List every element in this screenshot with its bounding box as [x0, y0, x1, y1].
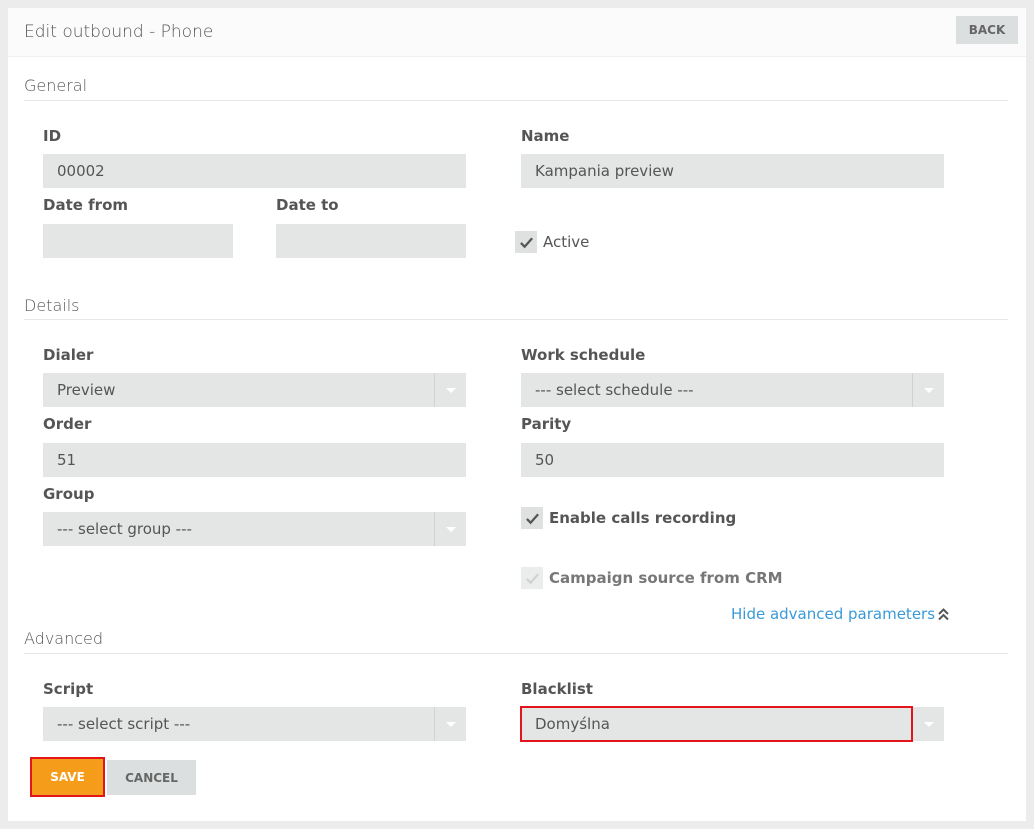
recording-checkbox[interactable] [521, 507, 543, 529]
chevron-down-icon [445, 526, 456, 532]
order-label: Order [43, 415, 92, 433]
checkmark-icon [519, 237, 533, 248]
script-value: --- select script --- [57, 715, 191, 733]
blacklist-dropdown-toggle[interactable] [912, 707, 944, 741]
id-field[interactable]: 00002 [43, 154, 466, 188]
group-value: --- select group --- [57, 520, 192, 538]
section-title-advanced: Advanced [24, 629, 104, 648]
section-title-general: General [24, 76, 88, 95]
script-dropdown-toggle[interactable] [434, 707, 466, 741]
double-chevron-up-icon [938, 608, 949, 621]
order-field[interactable]: 51 [43, 443, 466, 477]
dialer-dropdown-toggle[interactable] [434, 373, 466, 407]
save-button[interactable]: SAVE [30, 757, 105, 797]
section-divider [24, 653, 1008, 654]
group-dropdown-toggle[interactable] [434, 512, 466, 546]
cancel-button[interactable]: CANCEL [107, 760, 196, 795]
recording-label: Enable calls recording [549, 509, 737, 527]
panel-header: Edit outbound - Phone BACK [8, 8, 1026, 57]
chevron-down-icon [445, 721, 456, 727]
dialer-value: Preview [57, 381, 116, 399]
name-label: Name [521, 127, 570, 145]
group-label: Group [43, 485, 95, 503]
parity-field[interactable]: 50 [521, 443, 944, 477]
section-title-details: Details [24, 296, 80, 315]
blacklist-value: Domyślna [535, 715, 610, 733]
crm-source-checkbox [521, 567, 543, 589]
dialer-label: Dialer [43, 346, 94, 364]
script-label: Script [43, 680, 94, 698]
group-select[interactable]: --- select group --- [43, 512, 466, 546]
edit-outbound-panel: Edit outbound - Phone BACK General ID 00… [8, 8, 1026, 821]
checkmark-icon [525, 573, 539, 584]
page-title: Edit outbound - Phone [24, 22, 214, 42]
back-button[interactable]: BACK [956, 16, 1018, 44]
chevron-down-icon [923, 387, 934, 393]
blacklist-label: Blacklist [521, 680, 593, 698]
active-label: Active [543, 233, 590, 251]
parity-label: Parity [521, 415, 572, 433]
name-field[interactable]: Kampania preview [521, 154, 944, 188]
work-schedule-dropdown-toggle[interactable] [912, 373, 944, 407]
checkmark-icon [525, 513, 539, 524]
hide-advanced-link[interactable]: Hide advanced parameters [731, 605, 949, 623]
date-from-label: Date from [43, 196, 128, 214]
work-schedule-value: --- select schedule --- [535, 381, 694, 399]
work-schedule-label: Work schedule [521, 346, 646, 364]
section-divider [24, 319, 1008, 320]
chevron-down-icon [445, 387, 456, 393]
section-divider [24, 100, 1008, 101]
crm-source-label: Campaign source from CRM [549, 569, 783, 587]
hide-advanced-label: Hide advanced parameters [731, 605, 936, 623]
blacklist-select[interactable]: Domyślna [521, 707, 944, 741]
script-select[interactable]: --- select script --- [43, 707, 466, 741]
dialer-select[interactable]: Preview [43, 373, 466, 407]
date-to-field[interactable] [276, 224, 466, 258]
active-checkbox[interactable] [515, 231, 537, 253]
date-to-label: Date to [276, 196, 339, 214]
chevron-down-icon [923, 721, 934, 727]
id-label: ID [43, 127, 62, 145]
work-schedule-select[interactable]: --- select schedule --- [521, 373, 944, 407]
date-from-field[interactable] [43, 224, 233, 258]
